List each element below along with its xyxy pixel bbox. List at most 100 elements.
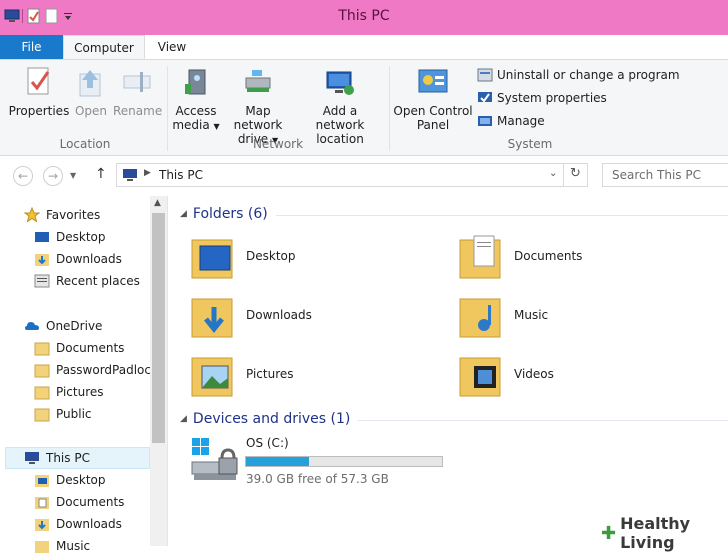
nav-this-pc[interactable]: This PC	[24, 448, 90, 468]
nav-pc-music[interactable]: Music	[34, 536, 90, 556]
nav-pc-documents[interactable]: Documents	[34, 492, 124, 512]
downloads-folder-icon	[34, 516, 50, 532]
folder-downloads[interactable]: Downloads	[190, 291, 312, 339]
nav-onedrive-label: OneDrive	[46, 319, 103, 333]
folder-music[interactable]: Music	[458, 291, 548, 339]
nav-fav-recent-places[interactable]: Recent places	[34, 271, 140, 291]
recent-places-icon	[34, 273, 50, 289]
drive-name: OS (C:)	[246, 436, 289, 450]
onedrive-cloud-icon	[24, 318, 40, 334]
nav-this-pc-label: This PC	[46, 451, 90, 465]
nav-pc-downloads[interactable]: Downloads	[34, 514, 122, 534]
breadcrumb-chevron-icon[interactable]: ▶	[144, 168, 151, 178]
scroll-up-icon[interactable]: ▲	[154, 198, 161, 208]
folder-pictures-label: Pictures	[246, 367, 294, 381]
add-network-location-button[interactable]: Add a network location	[297, 66, 383, 146]
nav-fav-downloads[interactable]: Downloads	[34, 249, 122, 269]
collapse-arrow-icon: ◢	[180, 414, 187, 424]
map-network-drive-icon	[241, 66, 275, 100]
downloads-folder-icon	[190, 291, 234, 339]
drive-usage-bar	[245, 456, 443, 467]
forward-arrow-icon: →	[47, 169, 59, 183]
tab-file[interactable]: File	[0, 35, 63, 59]
scrollbar-thumb[interactable]	[152, 213, 165, 443]
properties-label: Properties	[8, 104, 70, 118]
collapse-arrow-icon: ◢	[180, 209, 187, 219]
folder-icon	[34, 384, 50, 400]
back-arrow-icon: ←	[17, 169, 29, 183]
nav-onedrive[interactable]: OneDrive	[24, 316, 102, 336]
nav-pc-music-label: Music	[56, 539, 91, 553]
devices-section-header[interactable]: ◢ Devices and drives (1)	[180, 411, 350, 427]
forward-button[interactable]: →	[43, 166, 63, 186]
access-media-label-2: media ▼	[172, 118, 220, 134]
title-bar: This PC	[0, 0, 728, 35]
map-network-drive-label: Map network	[233, 104, 283, 132]
rename-button[interactable]: Rename	[113, 66, 163, 118]
desktop-icon	[34, 229, 50, 245]
uninstall-icon	[477, 67, 493, 83]
manage-button[interactable]: Manage	[477, 113, 545, 129]
drive-os-c[interactable]: OS (C:) 39.0 GB free of 57.3 GB	[190, 436, 450, 490]
rename-label: Rename	[113, 104, 163, 118]
nav-scrollbar[interactable]: ▲	[150, 196, 167, 546]
open-control-panel-button[interactable]: Open Control Panel	[393, 66, 473, 132]
folder-pictures[interactable]: Pictures	[190, 350, 294, 398]
manage-icon	[477, 113, 493, 129]
tab-view[interactable]: View	[147, 35, 197, 59]
dropdown-arrow-icon: ▼	[213, 122, 220, 131]
drive-free-space: 39.0 GB free of 57.3 GB	[246, 472, 389, 486]
uninstall-program-button[interactable]: Uninstall or change a program	[477, 67, 680, 83]
nav-fav-recent-places-label: Recent places	[56, 274, 140, 288]
nav-od-public-label: Public	[56, 407, 92, 421]
nav-fav-downloads-label: Downloads	[56, 252, 122, 266]
folder-icon	[34, 362, 50, 378]
folder-desktop-label: Desktop	[246, 249, 296, 263]
system-properties-button[interactable]: System properties	[477, 90, 607, 106]
search-input[interactable]: Search This PC	[602, 163, 728, 187]
nav-od-public[interactable]: Public	[34, 404, 92, 424]
music-folder-icon	[458, 291, 502, 339]
pictures-folder-icon	[190, 350, 234, 398]
nav-od-passwordpadlock-label: PasswordPadlock	[56, 363, 158, 377]
nav-od-pictures[interactable]: Pictures	[34, 382, 104, 402]
videos-folder-icon	[458, 350, 502, 398]
nav-fav-desktop[interactable]: Desktop	[34, 227, 106, 247]
music-folder-icon	[34, 538, 50, 554]
folders-section-header[interactable]: ◢ Folders (6)	[180, 206, 268, 222]
chevron-down-icon[interactable]: ⌄	[549, 168, 557, 179]
open-icon	[74, 66, 108, 100]
documents-folder-icon	[458, 232, 502, 280]
open-control-panel-label: Open Control	[393, 104, 473, 118]
address-field[interactable]: ▶ This PC ⌄ ↻	[116, 163, 588, 187]
back-button[interactable]: ←	[13, 166, 33, 186]
open-button[interactable]: Open	[73, 66, 109, 118]
nav-od-documents[interactable]: Documents	[34, 338, 124, 358]
access-media-label: Access	[175, 104, 217, 118]
folder-desktop[interactable]: Desktop	[190, 232, 296, 280]
system-properties-icon	[477, 90, 493, 106]
recent-locations-icon[interactable]: ▼	[70, 171, 76, 180]
up-arrow-icon[interactable]: ↑	[95, 166, 107, 182]
folder-videos[interactable]: Videos	[458, 350, 554, 398]
nav-favorites[interactable]: Favorites	[23, 205, 100, 225]
nav-od-passwordpadlock[interactable]: PasswordPadlock	[34, 360, 158, 380]
map-network-drive-button[interactable]: Map network drive ▼	[220, 66, 296, 148]
computer-icon	[122, 167, 138, 186]
open-label: Open	[74, 104, 108, 118]
refresh-icon[interactable]: ↻	[570, 166, 581, 181]
nav-pc-desktop[interactable]: Desktop	[34, 470, 106, 490]
hard-drive-icon	[190, 436, 240, 486]
breadcrumb-this-pc[interactable]: This PC	[159, 168, 203, 182]
folder-documents[interactable]: Documents	[458, 232, 582, 280]
location-group-label: Location	[59, 137, 111, 151]
tab-computer[interactable]: Computer	[63, 35, 145, 59]
system-properties-label: System properties	[497, 91, 607, 105]
access-media-button[interactable]: Access media ▼	[172, 66, 220, 134]
divider	[563, 164, 564, 186]
add-network-location-icon	[323, 66, 357, 100]
window-title: This PC	[338, 8, 390, 24]
properties-button[interactable]: Properties	[8, 66, 70, 118]
folders-header-label: Folders (6)	[192, 206, 268, 222]
system-group-label: System	[507, 137, 553, 151]
